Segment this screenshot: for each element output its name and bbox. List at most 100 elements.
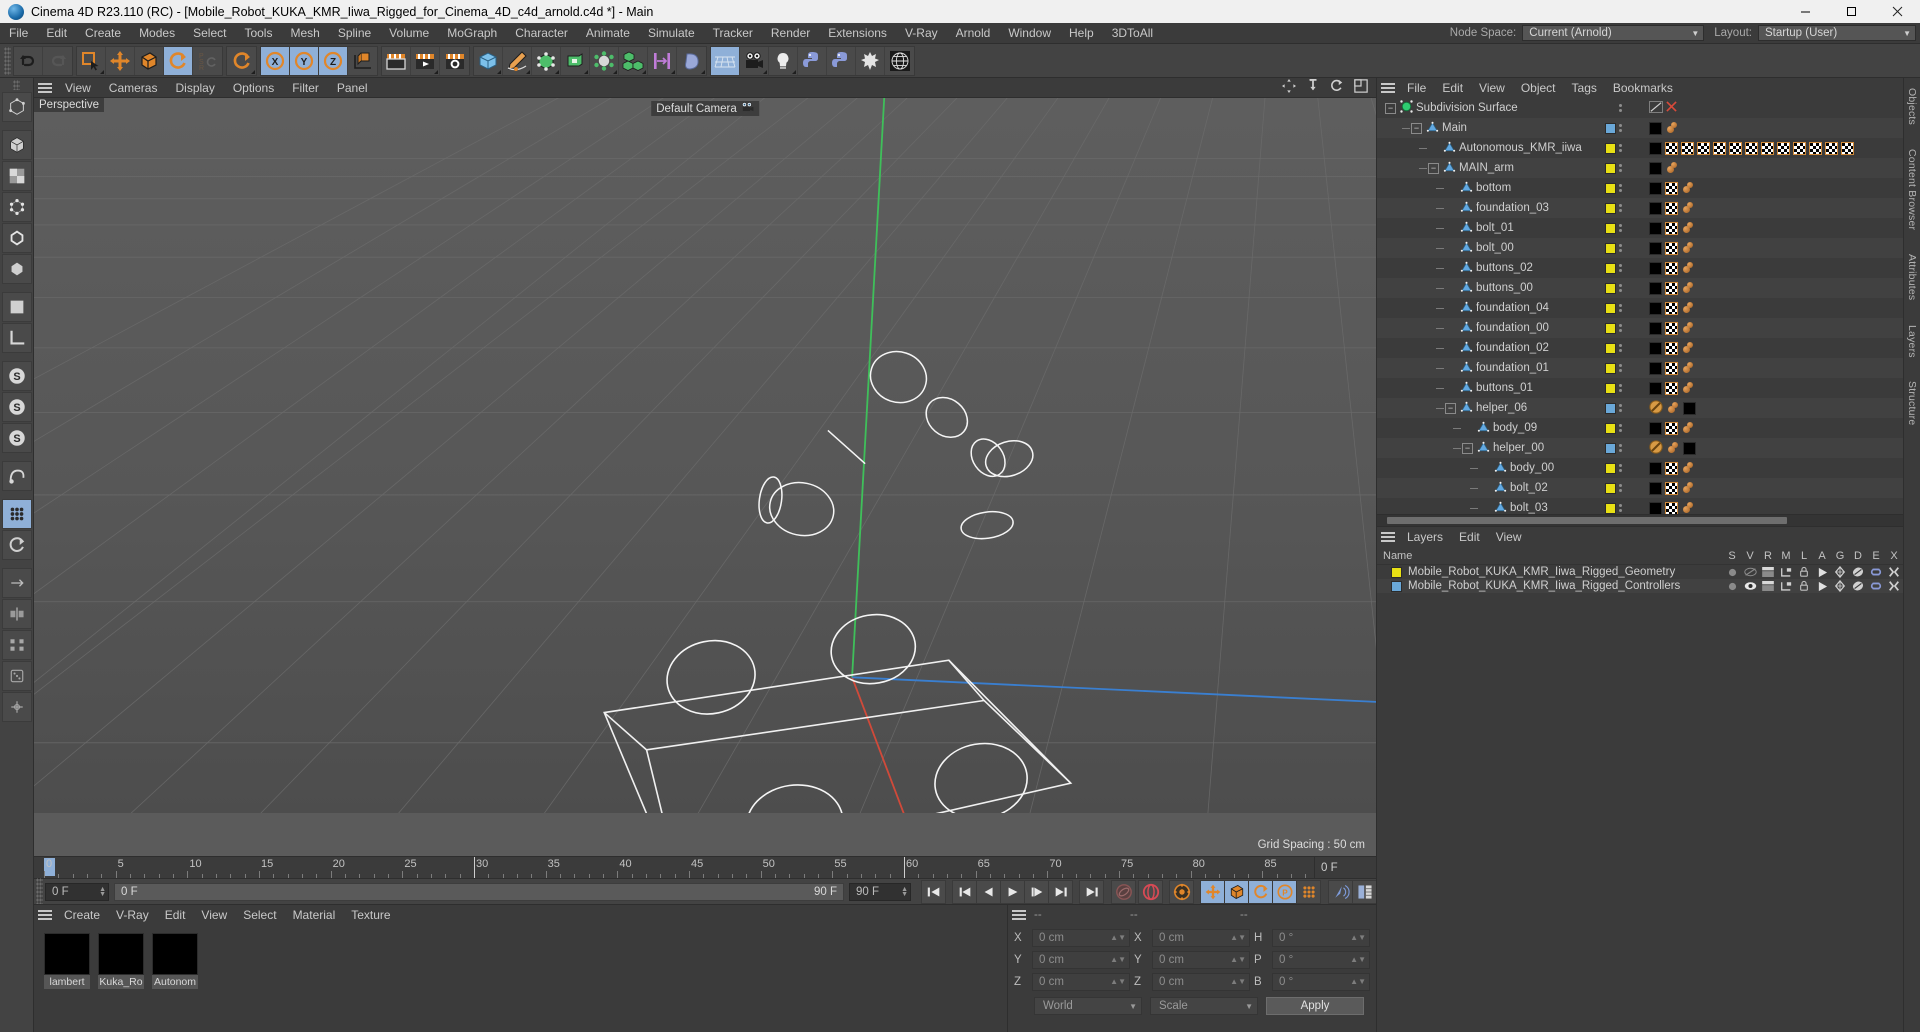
object-dots-icon[interactable] [1619, 184, 1622, 192]
coord-input-pos-y[interactable]: 0 cm ▲▼ [1032, 951, 1130, 969]
object-dots-icon[interactable] [1619, 164, 1622, 172]
object-layer-swatch[interactable] [1605, 442, 1616, 454]
object-layer-swatch[interactable] [1605, 222, 1616, 234]
material-menu-edit[interactable]: Edit [157, 905, 194, 925]
tag-material-icon[interactable] [1681, 422, 1695, 434]
object-menu-view[interactable]: View [1471, 78, 1513, 98]
maximize-viewport-icon[interactable] [1354, 79, 1368, 96]
arrange-tool-button[interactable] [1, 630, 32, 660]
object-dots-icon[interactable] [1619, 484, 1622, 492]
tag-texture-icon[interactable] [1841, 141, 1854, 155]
mograph-effector-button[interactable] [648, 46, 677, 75]
object-dots-icon[interactable] [1619, 404, 1622, 412]
tag-display-icon[interactable] [1683, 401, 1696, 415]
material-menu-vray[interactable]: V-Ray [108, 905, 157, 925]
object-tree-horizontal-scrollbar[interactable] [1377, 514, 1903, 526]
rotate-view-icon[interactable] [1330, 79, 1344, 96]
menu-item-file[interactable]: File [0, 23, 37, 44]
viewport-menu-view[interactable]: View [56, 78, 100, 98]
object-layer-swatch[interactable] [1605, 422, 1616, 434]
web-globe-button[interactable] [885, 47, 914, 75]
tree-expander[interactable]: − [1411, 122, 1422, 134]
scale-key-button[interactable] [1224, 879, 1249, 904]
scrollbar-thumb[interactable] [1387, 517, 1787, 524]
zoom-view-icon[interactable] [1306, 77, 1320, 96]
tool-options-corner[interactable] [613, 69, 617, 74]
texture-mode-button[interactable] [1, 161, 32, 191]
object-dots-icon[interactable] [1619, 424, 1622, 432]
tag-material-icon[interactable] [1681, 342, 1695, 354]
tag-material-icon[interactable] [1681, 222, 1695, 234]
tag-texture-icon[interactable] [1665, 201, 1678, 215]
layer-toggle-g[interactable] [1831, 580, 1849, 592]
start-frame-field[interactable]: 0 F ▲ ▼ [45, 882, 109, 901]
redo-button[interactable] [43, 47, 72, 75]
rotate-band-tool[interactable] [227, 47, 256, 75]
tool-options-corner[interactable] [763, 69, 767, 74]
object-tree-row[interactable]: foundation_00 [1377, 318, 1903, 338]
layer-menu-hamburger-icon[interactable] [1377, 531, 1399, 543]
tool-options-corner[interactable] [497, 69, 501, 74]
object-dots-icon[interactable] [1619, 204, 1622, 212]
lock-z-axis-button[interactable]: Z [319, 46, 348, 75]
render-to-picture-viewer-button[interactable] [411, 46, 440, 75]
tag-texture-icon[interactable] [1681, 141, 1694, 155]
tag-material-icon[interactable] [1681, 322, 1695, 334]
menu-item-vray[interactable]: V-Ray [896, 23, 947, 44]
tag-display-icon[interactable] [1649, 221, 1662, 235]
object-dots-icon[interactable] [1619, 504, 1622, 512]
tag-texture-icon[interactable] [1809, 141, 1822, 155]
go-to-previous-key-button[interactable] [952, 879, 977, 904]
spline-pen-button[interactable] [503, 46, 532, 75]
tag-disabled-icon[interactable] [1649, 100, 1663, 116]
tag-material-icon[interactable] [1681, 282, 1695, 294]
pan-view-icon[interactable] [1282, 79, 1296, 96]
layer-toggle-l[interactable] [1795, 566, 1813, 578]
tab-structure[interactable]: Structure [1906, 375, 1918, 431]
tag-display-icon[interactable] [1649, 501, 1662, 514]
object-tree-row[interactable]: body_00 [1377, 458, 1903, 478]
live-selection-tool[interactable] [77, 46, 106, 75]
tool-options-corner[interactable] [584, 69, 588, 74]
object-layer-swatch[interactable] [1605, 142, 1616, 154]
object-tree-row[interactable]: bolt_01 [1377, 218, 1903, 238]
layer-table-body[interactable]: Mobile_Robot_KUKA_KMR_Iiwa_Rigged_Geomet… [1377, 565, 1903, 593]
snap-s-button-2[interactable]: S [1, 392, 32, 422]
object-layer-swatch[interactable] [1605, 462, 1616, 474]
object-layer-swatch[interactable] [1605, 262, 1616, 274]
layer-toggle-d[interactable] [1849, 580, 1867, 592]
generator-button[interactable] [532, 46, 561, 75]
object-layer-swatch[interactable] [1605, 342, 1616, 354]
camera-object-button[interactable] [740, 46, 769, 75]
parameter-key-button[interactable]: P [1272, 879, 1297, 904]
tag-texture-icon[interactable] [1665, 181, 1678, 195]
object-tree[interactable]: − Subdivision Surface − Main Autonomous_KMR_… [1377, 98, 1903, 514]
menu-item-arnold[interactable]: Arnold [947, 23, 1000, 44]
menu-item-window[interactable]: Window [999, 23, 1060, 44]
edges-mode-button[interactable] [1, 223, 32, 253]
tag-texture-icon[interactable] [1697, 141, 1710, 155]
timeline-ruler-bar[interactable]: 051015202530354045505560657075808590 0 F [34, 856, 1376, 878]
tag-texture-icon[interactable] [1777, 141, 1790, 155]
tag-texture-icon[interactable] [1761, 141, 1774, 155]
tag-display-icon[interactable] [1649, 421, 1662, 435]
object-menu-bookmarks[interactable]: Bookmarks [1605, 78, 1681, 98]
layer-toggle-r[interactable] [1759, 566, 1777, 578]
undo-button[interactable] [14, 46, 43, 75]
tag-material-icon[interactable] [1665, 162, 1679, 174]
object-tree-row[interactable]: bolt_02 [1377, 478, 1903, 498]
object-tree-row[interactable]: − helper_00 [1377, 438, 1903, 458]
object-tree-row[interactable]: − Main [1377, 118, 1903, 138]
menu-item-mesh[interactable]: Mesh [281, 23, 328, 44]
autokeying-button[interactable] [1138, 879, 1163, 904]
axis-mode-button[interactable] [1, 292, 32, 322]
tag-display-icon[interactable] [1649, 161, 1662, 175]
material-menu-select[interactable]: Select [235, 905, 284, 925]
spinner-icon[interactable]: ▲▼ [1230, 934, 1246, 942]
spinner-icon[interactable]: ▲▼ [1350, 956, 1366, 964]
coordinate-menu-hamburger-icon[interactable] [1008, 909, 1030, 921]
tag-display-icon[interactable] [1649, 381, 1662, 395]
layer-menu-edit[interactable]: Edit [1451, 527, 1488, 547]
layer-toggle-g[interactable] [1831, 566, 1849, 578]
tree-expander[interactable]: − [1385, 102, 1396, 114]
